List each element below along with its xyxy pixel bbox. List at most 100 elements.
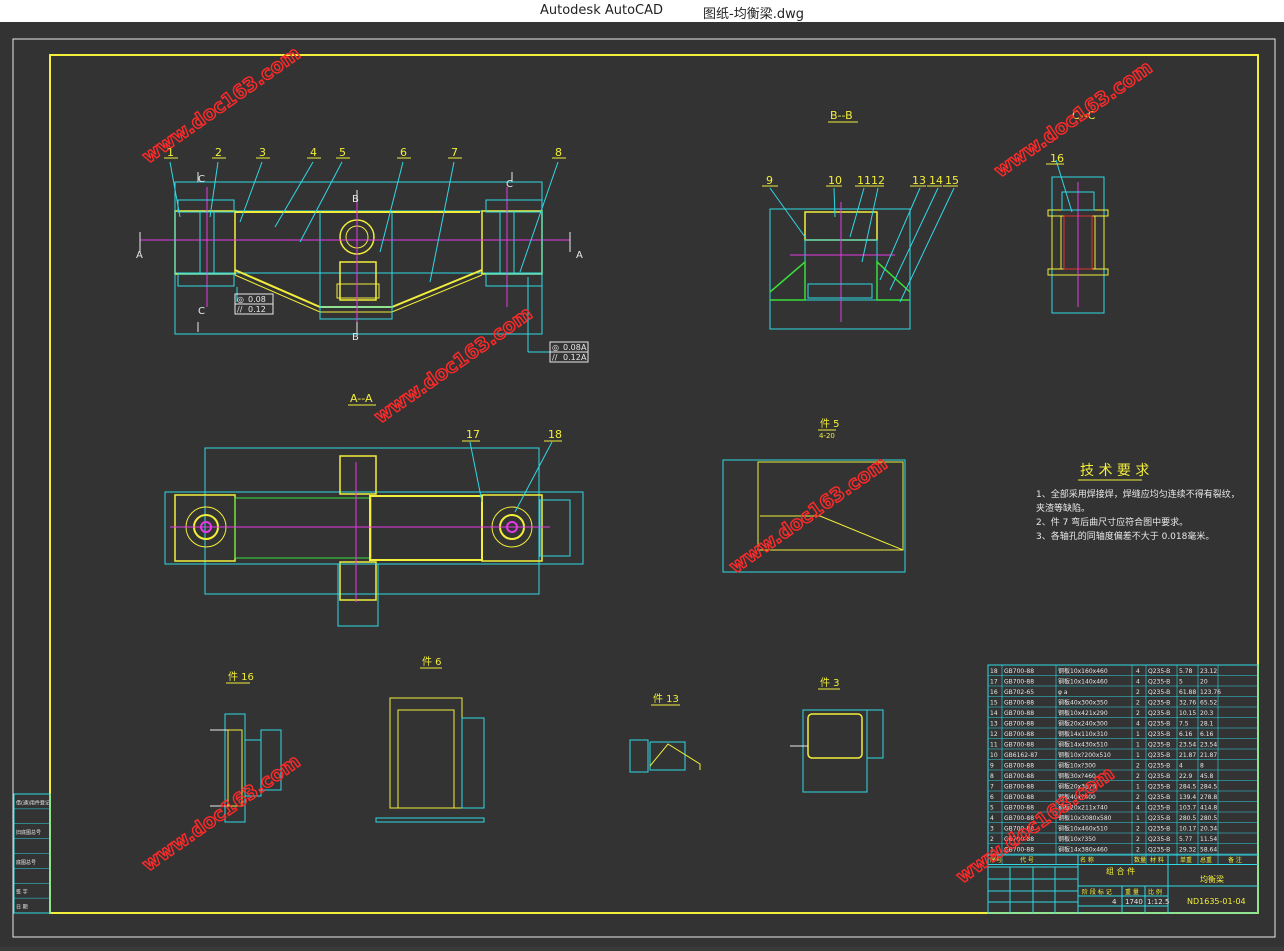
balloon-17: 17 [466,428,480,441]
bom-cell: 3 [990,826,994,833]
bom-cell: GB700-88 [1004,700,1034,707]
drawing-svg: 1 2 3 4 5 6 7 8 A A C C C B B ◎ 0.08 // … [12,38,1276,938]
balloon-5: 5 [339,146,346,159]
bom-cell: 钢板14x380x460 [1058,846,1108,854]
bom-cell: 2 [1136,689,1140,696]
balloon-18: 18 [548,428,562,441]
bom-cell: 1 [1136,731,1140,738]
bom-cell: 12 [990,731,998,738]
bom-cell: Q235-B [1148,763,1170,770]
bom-cell: 21.87 [1179,752,1196,759]
bom-header-cell: 名 称 [1080,856,1094,864]
bom-cell: 2 [1136,826,1140,833]
file-title: 图纸-均衡梁.dwg [703,7,804,22]
watermark-text: www.doc163.com [990,56,1156,182]
bom-cell: Q235-B [1148,847,1170,854]
bom-cell: 钢板10x160x460 [1058,667,1108,675]
balloon-7: 7 [451,146,458,159]
tech-title: 技 术 要 求 [1080,463,1149,479]
bom-cell: 21.87 [1200,752,1217,759]
tol-1-sym: ◎ [237,295,244,304]
bom-cell: 钢板10x?200x510 [1058,751,1111,759]
tol-1-val: 0.08 [248,295,266,304]
app-title: Autodesk AutoCAD [540,3,664,18]
bom-cell: Q235-B [1148,721,1170,728]
bom-cell: 103.7 [1179,805,1196,812]
bom-cell: Q235-B [1148,689,1170,696]
bom-cell: GB700-88 [1004,794,1034,801]
bom-cell: 钢板10x?300 [1058,762,1096,770]
bom-cell: 2 [1136,794,1140,801]
bom-cell: Q235-B [1148,668,1170,675]
tol-4-sym: // [552,353,558,362]
bom-cell: 278.8 [1200,794,1217,801]
part6-detail [375,697,485,823]
bom-cell: GB700-88 [1004,773,1034,780]
tb-scale: 1:12.5 [1147,898,1169,906]
bom-cell: 23.54 [1179,742,1196,749]
bom-cell: Q235-B [1148,836,1170,843]
bom-header-cell: 材 料 [1150,856,1164,864]
bom-cell: 4 [1136,679,1140,686]
bom-cell: 4 [1136,668,1140,675]
balloon-3: 3 [259,146,266,159]
bom-cell: 5 [1179,679,1183,686]
bom-cell: 2 [1136,763,1140,770]
drawing-canvas[interactable]: 1 2 3 4 5 6 7 8 A A C C C B B ◎ 0.08 // … [0,22,1284,947]
bom-cell: 414.8 [1200,805,1217,812]
cc-balloon: 16 [1046,152,1064,165]
bom-cell: 钢板10x140x460 [1058,678,1108,686]
bom-header-cell: 备 注 [1228,856,1242,864]
balloon-6: 6 [400,146,407,159]
balloon-12: 12 [871,174,885,187]
bom-cell: GB700-88 [1004,784,1034,791]
bom-cell: 1 [1136,815,1140,822]
mark-c-top-right: C [506,179,513,190]
bom-cell: 280.5 [1179,815,1196,822]
bom-cell: Q235-B [1148,784,1170,791]
balloon-16: 16 [1050,152,1064,165]
bom-cell: GB6162-87 [1004,752,1038,759]
bom-cell: 11 [990,742,998,749]
bom-cell: 9 [990,763,994,770]
bom-cell: 123.76 [1200,689,1221,696]
bom-cell: 7 [990,784,994,791]
bom-cell: 65.52 [1200,700,1217,707]
bom-cell: Q235-B [1148,805,1170,812]
tol-3-sym: ◎ [552,343,559,352]
bom-cell: 8 [990,773,994,780]
bom-cell: 2 [1136,836,1140,843]
tb-drawing-no: ND1635-01-04 [1187,897,1246,906]
tol-4-ref: A [581,353,587,362]
bom-cell: 10.15 [1179,710,1196,717]
bom-cell: 8 [1200,763,1204,770]
bom-header-cell: 总重 [1200,856,1212,864]
tol-3-ref: A [581,343,587,352]
balloon-15: 15 [945,174,959,187]
bom-cell: 14 [990,710,998,717]
bom-cell: 16 [990,689,998,696]
view-label-bb: B--B [830,109,853,122]
mark-a-left: A [136,250,143,261]
tech-requirements: 技 术 要 求 1、全部采用焊接焊，焊缝应均匀连续不得有裂纹， 夹渣等缺陷。 2… [1036,463,1240,542]
bom-cell: Q235-B [1148,710,1170,717]
bom-cell: Q235-B [1148,794,1170,801]
bom-cell: Q235-B [1148,752,1170,759]
bom-cell: 1 [1136,742,1140,749]
bom-cell: 28.1 [1200,721,1214,728]
left-registry-block: 借(通)用件登记旧底图总号底图总号签 字日 期 [13,793,51,914]
bom-cell: Q235-B [1148,815,1170,822]
bom-cell: 280.5 [1200,815,1217,822]
bom-cell: 4 [1179,763,1183,770]
mark-b-bottom: B [352,332,359,343]
bom-cell: 6 [990,794,994,801]
tol-2-val: 0.12 [248,305,266,314]
bom-cell: GB700-88 [1004,710,1034,717]
bom-cell: 1 [1136,752,1140,759]
tb-stage-label: 阶 段 标 记 [1082,888,1112,896]
view-label-part5: 件 5 [820,418,840,430]
view-label-part3: 件 3 [820,677,840,689]
bom-cell: GB700-88 [1004,721,1034,728]
tb-scale-label: 比 例 [1148,888,1162,896]
view-label-aa: A--A [350,392,373,405]
